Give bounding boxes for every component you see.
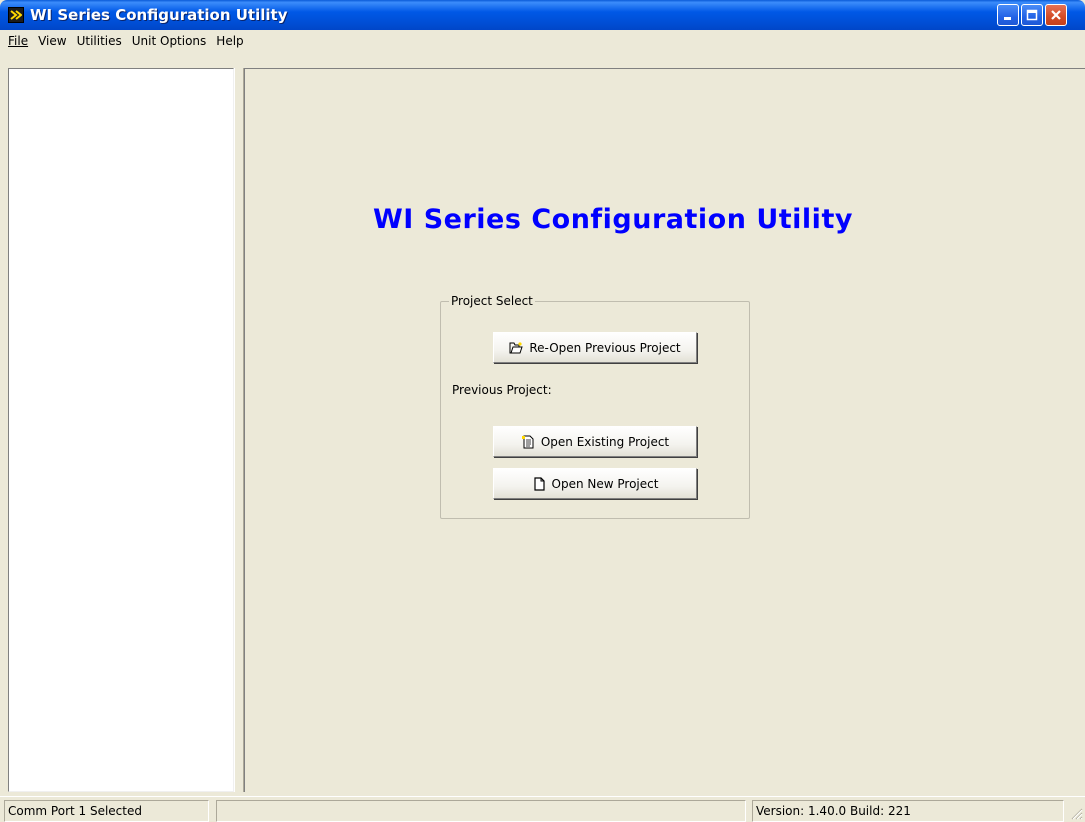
- status-version-text: Version: 1.40.0 Build: 221: [756, 804, 911, 818]
- reopen-previous-project-button[interactable]: Re-Open Previous Project: [493, 332, 697, 363]
- menu-help-label: Help: [216, 34, 244, 48]
- reopen-folder-icon: [509, 341, 524, 353]
- open-existing-project-label: Open Existing Project: [540, 434, 670, 449]
- open-existing-project-button[interactable]: Open Existing Project: [493, 426, 697, 457]
- menu-file-label: File: [8, 34, 29, 48]
- title-bar[interactable]: WI Series Configuration Utility: [0, 0, 1085, 30]
- reopen-previous-project-label: Re-Open Previous Project: [529, 340, 681, 355]
- menu-view-label: View: [38, 34, 67, 48]
- menu-utilities[interactable]: Utilities: [72, 33, 127, 50]
- resize-grip-icon[interactable]: [1069, 806, 1083, 820]
- main-heading: WI Series Configuration Utility: [373, 204, 853, 235]
- status-bar: Comm Port 1 Selected Version: 1.40.0 Bui…: [0, 796, 1085, 822]
- status-comm-port-text: Comm Port 1 Selected: [8, 804, 142, 818]
- pane-splitter[interactable]: [234, 68, 244, 792]
- status-middle: [216, 800, 746, 822]
- status-version: Version: 1.40.0 Build: 221: [752, 800, 1064, 822]
- new-document-icon: [533, 476, 545, 491]
- maximize-button[interactable]: [1021, 4, 1043, 26]
- menu-bar: File View Utilities Unit Options Help: [0, 30, 1085, 68]
- main-pane: WI Series Configuration Utility Project …: [244, 68, 1085, 792]
- close-icon: [1051, 10, 1061, 20]
- open-document-icon: [521, 435, 534, 448]
- open-new-project-button[interactable]: Open New Project: [493, 468, 697, 499]
- menu-utilities-label: Utilities: [76, 34, 122, 48]
- menu-help[interactable]: Help: [211, 33, 248, 50]
- app-icon[interactable]: [8, 7, 24, 23]
- project-select-label: Project Select: [449, 294, 535, 308]
- open-new-project-label: Open New Project: [551, 476, 659, 491]
- minimize-icon: [1004, 17, 1011, 20]
- previous-project-label: Previous Project:: [452, 383, 552, 397]
- menu-unit-options[interactable]: Unit Options: [127, 33, 212, 50]
- menu-file[interactable]: File: [3, 33, 33, 50]
- menu-unit-options-label: Unit Options: [131, 34, 207, 48]
- status-comm-port: Comm Port 1 Selected: [4, 800, 209, 822]
- menu-view[interactable]: View: [33, 33, 71, 50]
- project-select-group: Project Select Re-Open Previous Project …: [440, 294, 750, 519]
- close-button[interactable]: [1045, 4, 1067, 26]
- maximize-icon: [1026, 9, 1038, 21]
- project-tree-pane[interactable]: [8, 68, 234, 792]
- minimize-button[interactable]: [997, 4, 1019, 26]
- window-title: WI Series Configuration Utility: [30, 6, 288, 24]
